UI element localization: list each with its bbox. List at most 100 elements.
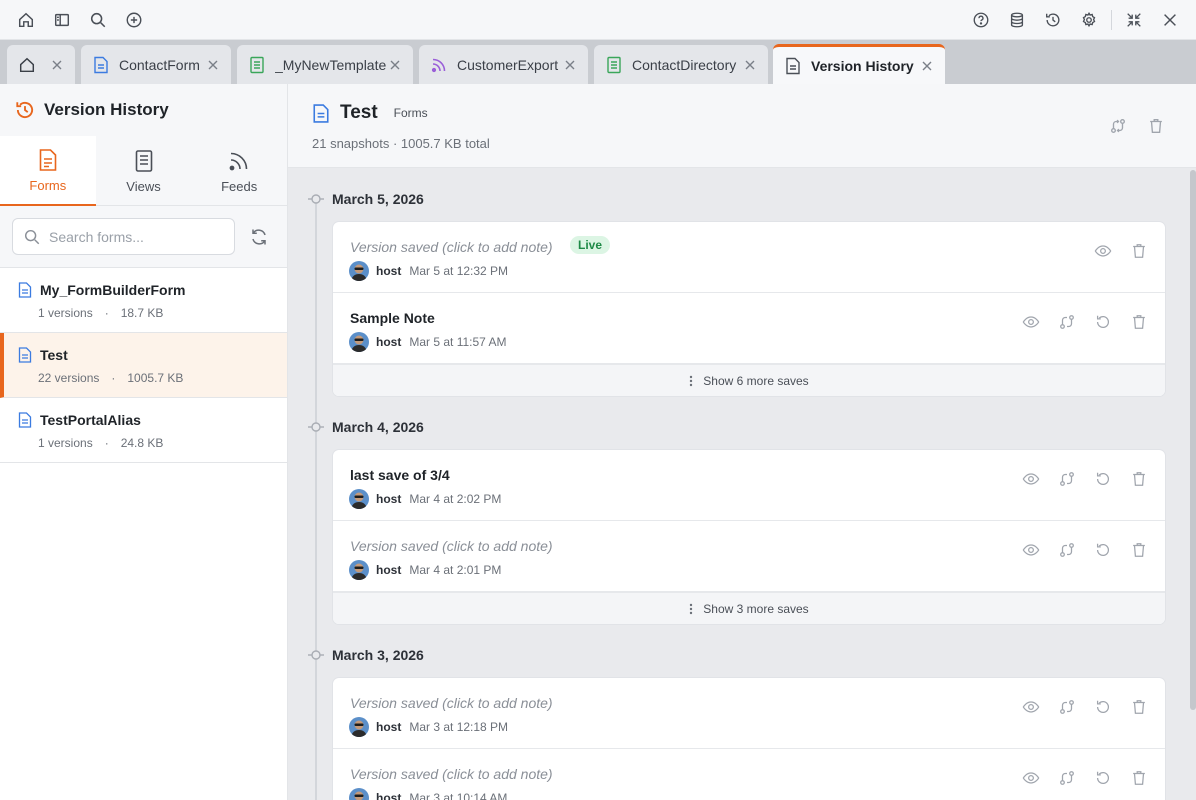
history-icon[interactable]: [1042, 9, 1064, 31]
eye-icon[interactable]: [1021, 312, 1041, 332]
close-icon[interactable]: [919, 58, 935, 74]
tab-feeds[interactable]: Feeds: [191, 136, 287, 206]
collapse-icon[interactable]: [1123, 9, 1145, 31]
close-window-icon[interactable]: [1159, 9, 1181, 31]
version-note[interactable]: Version saved (click to add note): [350, 239, 553, 255]
trash-icon[interactable]: [1129, 312, 1149, 332]
restore-icon[interactable]: [1093, 697, 1113, 717]
timeline-node-icon: [308, 647, 324, 663]
form-icon: [91, 55, 111, 75]
eye-icon[interactable]: [1021, 768, 1041, 788]
help-icon[interactable]: [970, 9, 992, 31]
avatar: [349, 717, 369, 737]
close-icon[interactable]: [742, 57, 758, 73]
tab-home[interactable]: [7, 45, 75, 84]
version-note[interactable]: Version saved (click to add note): [350, 695, 553, 711]
form-icon: [18, 347, 32, 363]
timeline-node-icon: [308, 191, 324, 207]
trash-icon[interactable]: [1129, 768, 1149, 788]
form-version-count: 1 versions: [38, 306, 93, 320]
compare-icon[interactable]: [1057, 768, 1077, 788]
search-input[interactable]: [49, 228, 219, 245]
close-icon[interactable]: [49, 57, 65, 73]
form-icon: [18, 282, 32, 298]
version-note[interactable]: Version saved (click to add note): [350, 538, 553, 554]
tab-contactform[interactable]: ContactForm: [81, 45, 231, 84]
refresh-icon[interactable]: [249, 227, 269, 247]
kebab-icon: [689, 603, 693, 615]
form-version-count: 22 versions: [38, 371, 100, 385]
version-user: host: [376, 563, 402, 577]
show-more-button[interactable]: Show 3 more saves: [333, 592, 1165, 624]
search-box: [12, 218, 235, 255]
restore-icon[interactable]: [1093, 312, 1113, 332]
eye-icon[interactable]: [1021, 540, 1041, 560]
date-label: March 3, 2026: [332, 647, 424, 663]
form-size: 18.7 KB: [120, 306, 164, 320]
tab-mynewtemplate[interactable]: _MyNewTemplate: [237, 45, 413, 84]
compare-icon[interactable]: [1057, 469, 1077, 489]
tab-label: ContactDirectory: [632, 56, 737, 73]
form-size: 1005.7 KB: [127, 371, 184, 385]
trash-icon[interactable]: [1129, 540, 1149, 560]
show-more-button[interactable]: Show 6 more saves: [333, 364, 1165, 396]
tab-views[interactable]: Views: [96, 136, 192, 206]
timeline-node-icon: [308, 419, 324, 435]
close-icon[interactable]: [387, 57, 403, 73]
home-icon[interactable]: [15, 9, 37, 31]
scrollbar[interactable]: [1190, 170, 1196, 710]
restore-icon[interactable]: [1093, 469, 1113, 489]
version-time: Mar 5 at 12:32 PM: [409, 264, 509, 278]
trash-icon[interactable]: [1129, 241, 1149, 261]
tab-label: Version History: [811, 57, 914, 74]
add-icon[interactable]: [123, 9, 145, 31]
page-type-label: Forms: [393, 106, 428, 120]
sidebar: Version History Forms Views Feeds Search…: [0, 84, 288, 800]
restore-icon[interactable]: [1093, 540, 1113, 560]
form-name: TestPortalAlias: [40, 412, 141, 428]
form-name: Test: [40, 347, 68, 363]
form-icon: [18, 412, 32, 428]
form-list-item-selected[interactable]: Test 22 versions · 1005.7 KB: [0, 333, 287, 398]
gear-icon[interactable]: [1078, 9, 1100, 31]
tab-label: Forms: [29, 177, 67, 193]
form-list-item[interactable]: My_FormBuilderForm 1 versions · 18.7 KB: [0, 268, 287, 333]
version-note[interactable]: Version saved (click to add note): [350, 766, 553, 782]
toolbar-divider: [1111, 10, 1112, 30]
version-entry: Version saved (click to add note) host M…: [333, 678, 1165, 749]
page-title: Test: [340, 102, 378, 123]
tab-version-history[interactable]: Version History: [773, 44, 945, 84]
close-icon[interactable]: [205, 57, 221, 73]
tab-label: ContactForm: [119, 56, 200, 73]
version-note[interactable]: last save of 3/4: [350, 467, 450, 483]
tab-contactdirectory[interactable]: ContactDirectory: [594, 45, 768, 84]
tab-label: _MyNewTemplate: [275, 56, 387, 73]
tab-customerexport[interactable]: CustomerExport: [419, 45, 588, 84]
eye-icon[interactable]: [1021, 469, 1041, 489]
version-user: host: [376, 720, 402, 734]
tab-forms[interactable]: Forms: [0, 136, 96, 206]
version-entry: last save of 3/4 host Mar 4 at 2:02 PM: [333, 450, 1165, 521]
compare-icon[interactable]: [1057, 697, 1077, 717]
version-card: Version saved (click to add note) host M…: [333, 678, 1165, 800]
timeline-line: [315, 200, 317, 800]
compare-icon[interactable]: [1057, 540, 1077, 560]
eye-icon[interactable]: [1021, 697, 1041, 717]
form-version-count: 1 versions: [38, 436, 93, 450]
tab-label: Feeds: [221, 178, 258, 194]
view-icon: [247, 55, 267, 75]
sidebar-toggle-icon[interactable]: [51, 9, 73, 31]
compare-icon[interactable]: [1057, 312, 1077, 332]
trash-icon[interactable]: [1146, 116, 1166, 136]
compare-icon[interactable]: [1108, 116, 1128, 136]
close-icon[interactable]: [562, 57, 578, 73]
database-icon[interactable]: [1006, 9, 1028, 31]
eye-icon[interactable]: [1093, 241, 1113, 261]
version-note[interactable]: Sample Note: [350, 310, 435, 326]
trash-icon[interactable]: [1129, 469, 1149, 489]
form-list-item[interactable]: TestPortalAlias 1 versions · 24.8 KB: [0, 398, 287, 463]
restore-icon[interactable]: [1093, 768, 1113, 788]
search-icon[interactable]: [87, 9, 109, 31]
version-user: host: [376, 335, 402, 349]
trash-icon[interactable]: [1129, 697, 1149, 717]
